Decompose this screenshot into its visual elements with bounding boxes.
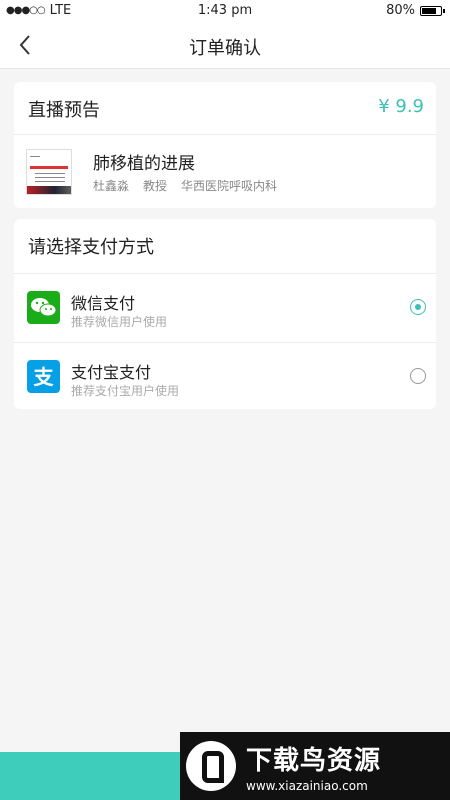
watermark-title: 下载鸟资源 <box>246 745 382 776</box>
battery-icon <box>420 5 445 16</box>
order-type-label: 直播预告 <box>28 100 100 121</box>
payment-header: 请选择支付方式 <box>14 219 436 274</box>
navigation-bar: 订单确认 <box>0 22 450 69</box>
payment-method-label: 请选择支付方式 <box>28 237 154 258</box>
wechat-icon <box>27 291 60 324</box>
lecturer-hospital: 华西医院呼吸内科 <box>181 179 278 193</box>
watermark-url: www.xiazainiao.com <box>246 778 368 793</box>
course-meta: 杜鑫淼 教授 华西医院呼吸内科 <box>93 177 277 194</box>
payment-option-alipay[interactable]: 支 支付宝支付 推荐支付宝用户使用 <box>14 343 436 409</box>
radio-alipay[interactable] <box>410 368 426 384</box>
course-title: 肺移植的进展 <box>93 154 195 174</box>
payment-option-wechat[interactable]: 微信支付 推荐微信用户使用 <box>14 274 436 343</box>
watermark-logo-icon <box>186 741 236 791</box>
payment-name: 支付宝支付 <box>71 363 152 382</box>
payment-name: 微信支付 <box>71 294 136 313</box>
battery-percent: 80% <box>386 3 415 18</box>
payment-card: 请选择支付方式 微信支付 推荐微信用户使用 支 支付宝支付 推荐支付宝用户使用 <box>14 219 436 409</box>
lecturer-name: 杜鑫淼 <box>93 179 130 193</box>
order-price: ¥ 9.9 <box>378 96 424 117</box>
payment-subtitle: 推荐支付宝用户使用 <box>71 384 180 398</box>
order-card: 直播预告 ¥ 9.9 肺移植的进展 杜鑫淼 教授 华西医院呼吸内科 <box>14 82 436 208</box>
svg-text:支: 支 <box>34 365 55 389</box>
radio-wechat[interactable] <box>410 299 426 315</box>
battery-area: 80% <box>386 3 445 18</box>
lecturer-position: 教授 <box>143 179 168 193</box>
watermark: 下载鸟资源 www.xiazainiao.com <box>180 732 450 800</box>
course-item: 肺移植的进展 杜鑫淼 教授 华西医院呼吸内科 <box>14 135 436 208</box>
alipay-icon: 支 <box>27 360 60 393</box>
clock: 1:43 pm <box>197 3 253 18</box>
page-title: 订单确认 <box>189 38 261 59</box>
order-header: 直播预告 ¥ 9.9 <box>14 82 436 135</box>
payment-subtitle: 推荐微信用户使用 <box>71 315 168 329</box>
status-bar: ●●●○○ LTE 1:43 pm 80% <box>0 0 450 22</box>
course-thumbnail <box>26 149 72 195</box>
